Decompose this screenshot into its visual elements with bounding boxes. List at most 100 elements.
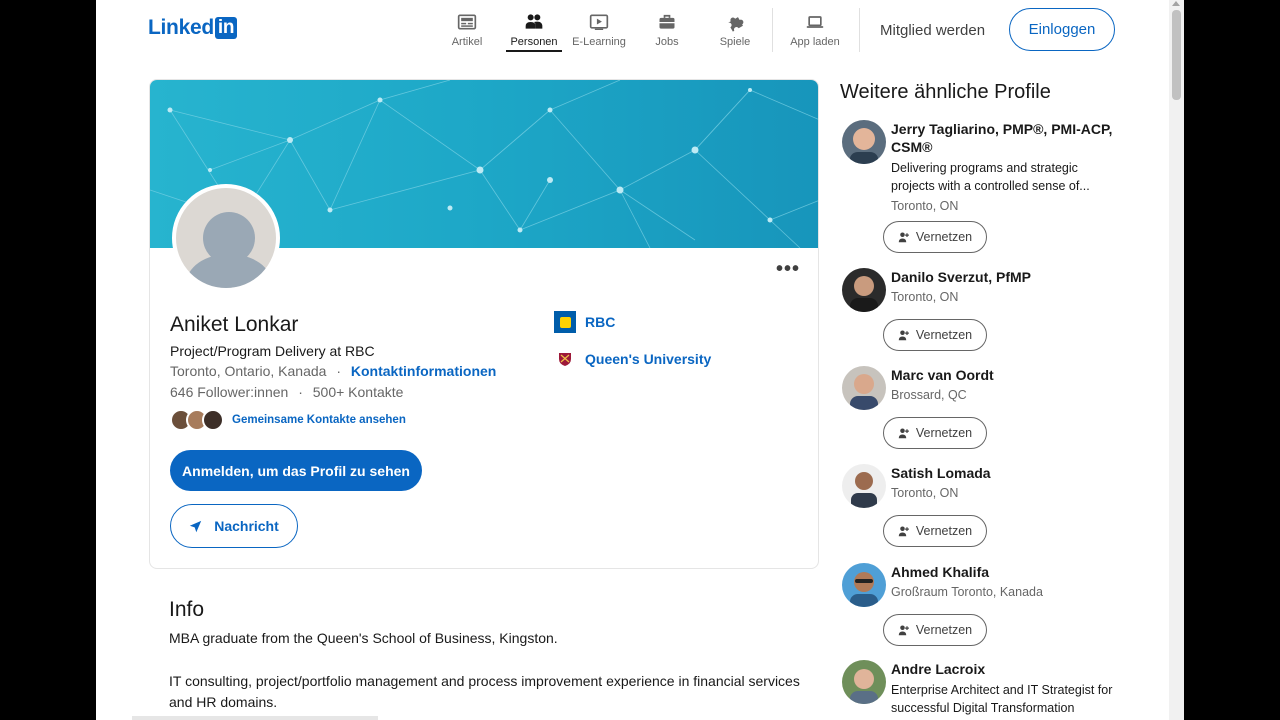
briefcase-icon xyxy=(659,14,675,29)
mutual-avatars xyxy=(170,409,224,431)
experience-item-queens[interactable]: Queen's University xyxy=(554,348,711,370)
dot-separator: · xyxy=(298,384,303,400)
vertical-scrollbar[interactable] xyxy=(1169,0,1184,720)
join-link[interactable]: Mitglied werden xyxy=(880,22,985,39)
profile-location: Toronto, ON xyxy=(891,486,959,500)
nav-label: Personen xyxy=(510,36,558,48)
connections-count: 500+ Kontakte xyxy=(312,384,404,400)
logo-in-box: in xyxy=(214,17,238,39)
profile-name[interactable]: Jerry Tagliarino, PMP®, PMI-ACP, CSM® xyxy=(891,120,1121,156)
add-person-icon xyxy=(898,330,909,341)
nav-spiele[interactable]: Spiele xyxy=(702,8,768,52)
experience-label: RBC xyxy=(585,314,616,330)
scrollbar-thumb[interactable] xyxy=(1172,10,1181,100)
horizontal-scrollbar[interactable] xyxy=(132,716,378,720)
connect-button[interactable]: Vernetzen xyxy=(883,614,987,646)
avatar-body xyxy=(186,254,272,288)
profile-info: Jerry Tagliarino, PMP®, PMI-ACP, CSM® De… xyxy=(891,120,1121,215)
avatar xyxy=(842,366,886,410)
dot-separator: · xyxy=(336,363,341,379)
nav-personen[interactable]: Personen xyxy=(506,8,562,52)
add-person-icon xyxy=(898,526,909,537)
nav-artikel[interactable]: Artikel xyxy=(434,8,500,52)
about-paragraph: IT consulting, project/portfolio managem… xyxy=(169,673,800,710)
top-nav: Artikel Personen E-Learning Jobs Spiele … xyxy=(434,8,862,52)
profile-location: Toronto, ON xyxy=(891,290,959,304)
connect-label: Vernetzen xyxy=(915,230,973,244)
profile-description: Enterprise Architect and IT Strategist f… xyxy=(891,683,1113,715)
profile-name[interactable]: Andre Lacroix xyxy=(891,660,1121,678)
more-options-icon[interactable]: ••• xyxy=(776,258,800,281)
send-icon xyxy=(190,520,202,532)
profile-info: Ahmed Khalifa Großraum Toronto, Kanada xyxy=(891,563,1121,601)
learning-icon xyxy=(589,14,609,30)
connect-button[interactable]: Vernetzen xyxy=(883,417,987,449)
profile-avatar xyxy=(172,184,280,292)
logo-text: Linked xyxy=(148,16,214,39)
profile-name[interactable]: Danilo Sverzut, PfMP xyxy=(891,268,1121,286)
nav-elearning[interactable]: E-Learning xyxy=(566,8,632,52)
avatar xyxy=(842,660,886,704)
add-person-icon xyxy=(898,232,909,243)
profile-location: Großraum Toronto, Kanada xyxy=(891,585,1043,599)
profile-name: Aniket Lonkar xyxy=(170,313,299,336)
profile-description: Delivering programs and strategic projec… xyxy=(891,161,1090,193)
profile-name[interactable]: Satish Lomada xyxy=(891,464,1121,482)
connect-label: Vernetzen xyxy=(915,623,973,637)
puzzle-icon xyxy=(727,17,744,32)
similar-profiles-title: Weitere ähnliche Profile xyxy=(840,81,1051,103)
signin-to-view-button[interactable]: Anmelden, um das Profil zu sehen xyxy=(170,450,422,491)
connect-button[interactable]: Vernetzen xyxy=(883,515,987,547)
avatar xyxy=(202,409,224,431)
nav-divider xyxy=(772,8,773,52)
about-paragraph: MBA graduate from the Queen's School of … xyxy=(169,630,558,646)
add-person-icon xyxy=(898,625,909,636)
avatar xyxy=(842,268,886,312)
message-label: Nachricht xyxy=(214,518,279,534)
nav-label: Jobs xyxy=(655,36,679,48)
avatar xyxy=(842,563,886,607)
contact-info-link[interactable]: Kontaktinformationen xyxy=(351,363,496,379)
page: Linked in Artikel Personen E-Learning Job… xyxy=(96,0,1184,720)
profile-location: Toronto, ON xyxy=(891,199,959,213)
rbc-logo-icon xyxy=(554,311,576,333)
nav-app-laden[interactable]: App laden xyxy=(775,8,855,52)
nav-label: App laden xyxy=(790,36,840,48)
people-icon xyxy=(525,14,543,29)
scroll-up-icon[interactable] xyxy=(1172,1,1180,6)
linkedin-logo[interactable]: Linked in xyxy=(148,16,238,40)
profile-headline: Project/Program Delivery at RBC xyxy=(170,343,375,359)
mutual-connections[interactable]: Gemeinsame Kontakte ansehen xyxy=(170,409,406,431)
profile-stats: 646 Follower:innen · 500+ Kontakte xyxy=(170,384,403,400)
profile-info: Andre Lacroix Enterprise Architect and I… xyxy=(891,660,1121,717)
experience-item-rbc[interactable]: RBC xyxy=(554,311,615,333)
signin-button[interactable]: Einloggen xyxy=(1009,8,1115,51)
nav-jobs[interactable]: Jobs xyxy=(634,8,700,52)
profile-location-row: Toronto, Ontario, Kanada · Kontaktinform… xyxy=(170,363,496,379)
laptop-icon xyxy=(806,16,824,28)
nav-label: Spiele xyxy=(719,36,751,48)
about-title: Info xyxy=(169,598,205,621)
profile-info: Satish Lomada Toronto, ON xyxy=(891,464,1121,502)
connect-button[interactable]: Vernetzen xyxy=(883,319,987,351)
nav-label: Artikel xyxy=(451,36,483,48)
profile-name[interactable]: Marc van Oordt xyxy=(891,366,1121,384)
experience-label: Queen's University xyxy=(585,351,712,367)
article-icon xyxy=(457,14,477,30)
avatar xyxy=(842,464,886,508)
followers-count: 646 Follower:innen xyxy=(170,384,289,400)
nav-divider xyxy=(859,8,860,52)
mutual-connections-link[interactable]: Gemeinsame Kontakte ansehen xyxy=(232,414,406,426)
profile-info: Danilo Sverzut, PfMP Toronto, ON xyxy=(891,268,1121,306)
avatar xyxy=(842,120,886,164)
add-person-icon xyxy=(898,428,909,439)
profile-info: Marc van Oordt Brossard, QC xyxy=(891,366,1121,404)
profile-name[interactable]: Ahmed Khalifa xyxy=(891,563,1121,581)
connect-button[interactable]: Vernetzen xyxy=(883,221,987,253)
message-button[interactable]: Nachricht xyxy=(170,504,298,548)
queens-crest-icon xyxy=(554,348,576,370)
connect-label: Vernetzen xyxy=(915,328,973,342)
connect-label: Vernetzen xyxy=(915,426,973,440)
connect-label: Vernetzen xyxy=(915,524,973,538)
profile-card: ••• Aniket Lonkar Project/Program Delive… xyxy=(149,79,819,569)
